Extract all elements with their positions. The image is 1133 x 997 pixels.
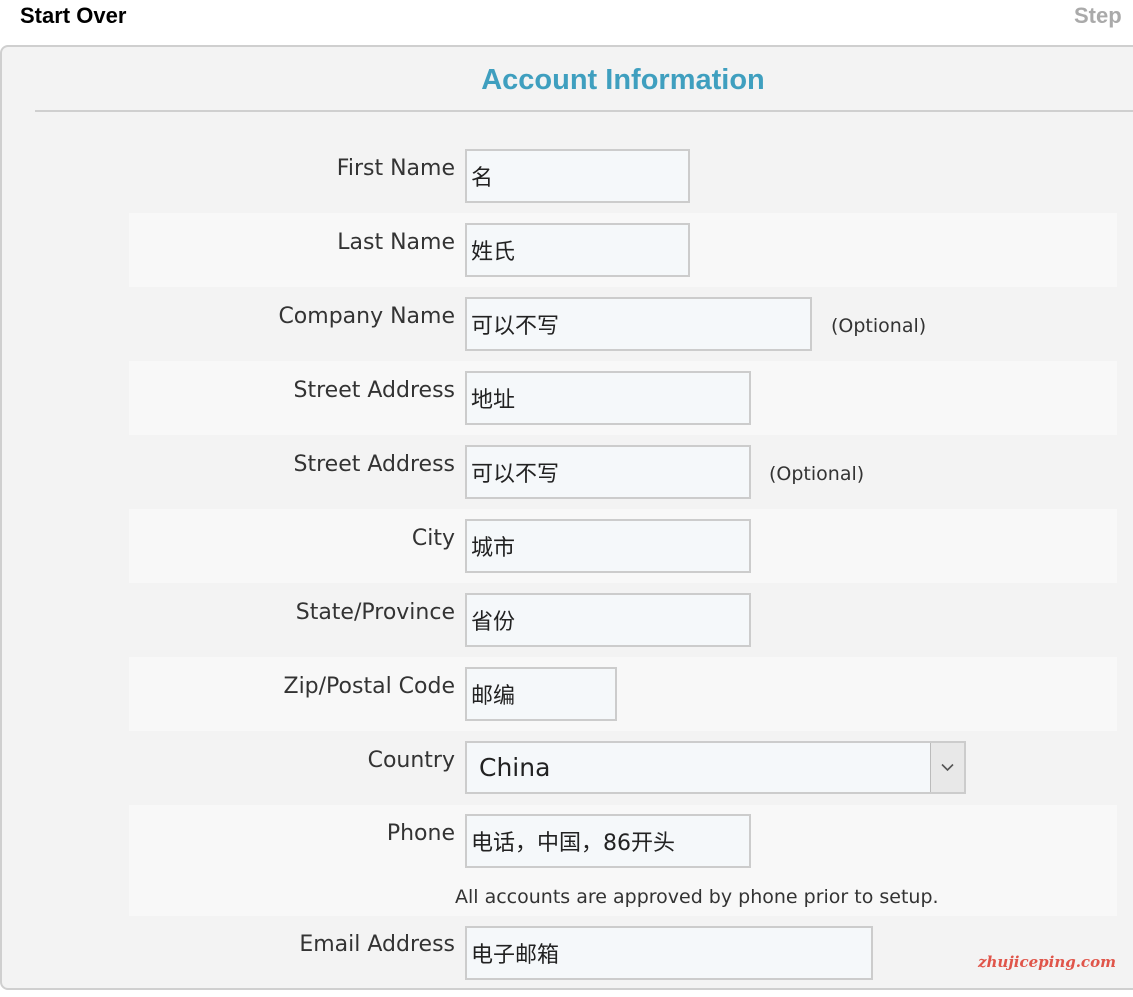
last-name-input[interactable] [465, 223, 690, 277]
start-over-link[interactable]: Start Over [20, 3, 126, 29]
last-name-label: Last Name [337, 230, 455, 255]
city-input[interactable] [465, 519, 751, 573]
zip-postal-code-label: Zip/Postal Code [283, 674, 456, 699]
section-title: Account Information [481, 64, 765, 96]
country-selected-value: China [479, 753, 551, 782]
street-address-2-input[interactable] [465, 445, 751, 499]
zip-postal-code-row: Zip/Postal Code [129, 657, 1117, 731]
company-name-input[interactable] [465, 297, 812, 351]
chevron-down-glyph [941, 763, 954, 772]
email-address-label: Email Address [299, 932, 455, 957]
company-name-label: Company Name [278, 304, 455, 329]
state-province-label: State/Province [295, 600, 455, 625]
state-province-input[interactable] [465, 593, 751, 647]
step-indicator: Step [1074, 3, 1122, 28]
street-address-2-label: Street Address [293, 452, 455, 477]
first-name-input[interactable] [465, 149, 690, 203]
first-name-label: First Name [336, 156, 455, 181]
watermark: zhujiceping.com [978, 953, 1116, 971]
zip-postal-code-input[interactable] [465, 667, 617, 721]
country-label: Country [367, 748, 455, 773]
street-address-1-label: Street Address [293, 378, 455, 403]
country-select[interactable]: China [465, 741, 966, 794]
title-divider [35, 110, 1133, 112]
phone-approval-note: All accounts are approved by phone prior… [455, 886, 939, 908]
city-label: City [411, 526, 455, 551]
top-bar: Start Over Step [0, 0, 1133, 40]
phone-label: Phone [386, 821, 455, 846]
chevron-down-icon[interactable] [930, 743, 964, 792]
email-address-input[interactable] [465, 926, 873, 980]
company-name-optional-note: (Optional) [831, 315, 927, 337]
phone-input[interactable] [465, 814, 751, 868]
street-address-2-optional-note: (Optional) [769, 463, 865, 485]
street-address-1-input[interactable] [465, 371, 751, 425]
